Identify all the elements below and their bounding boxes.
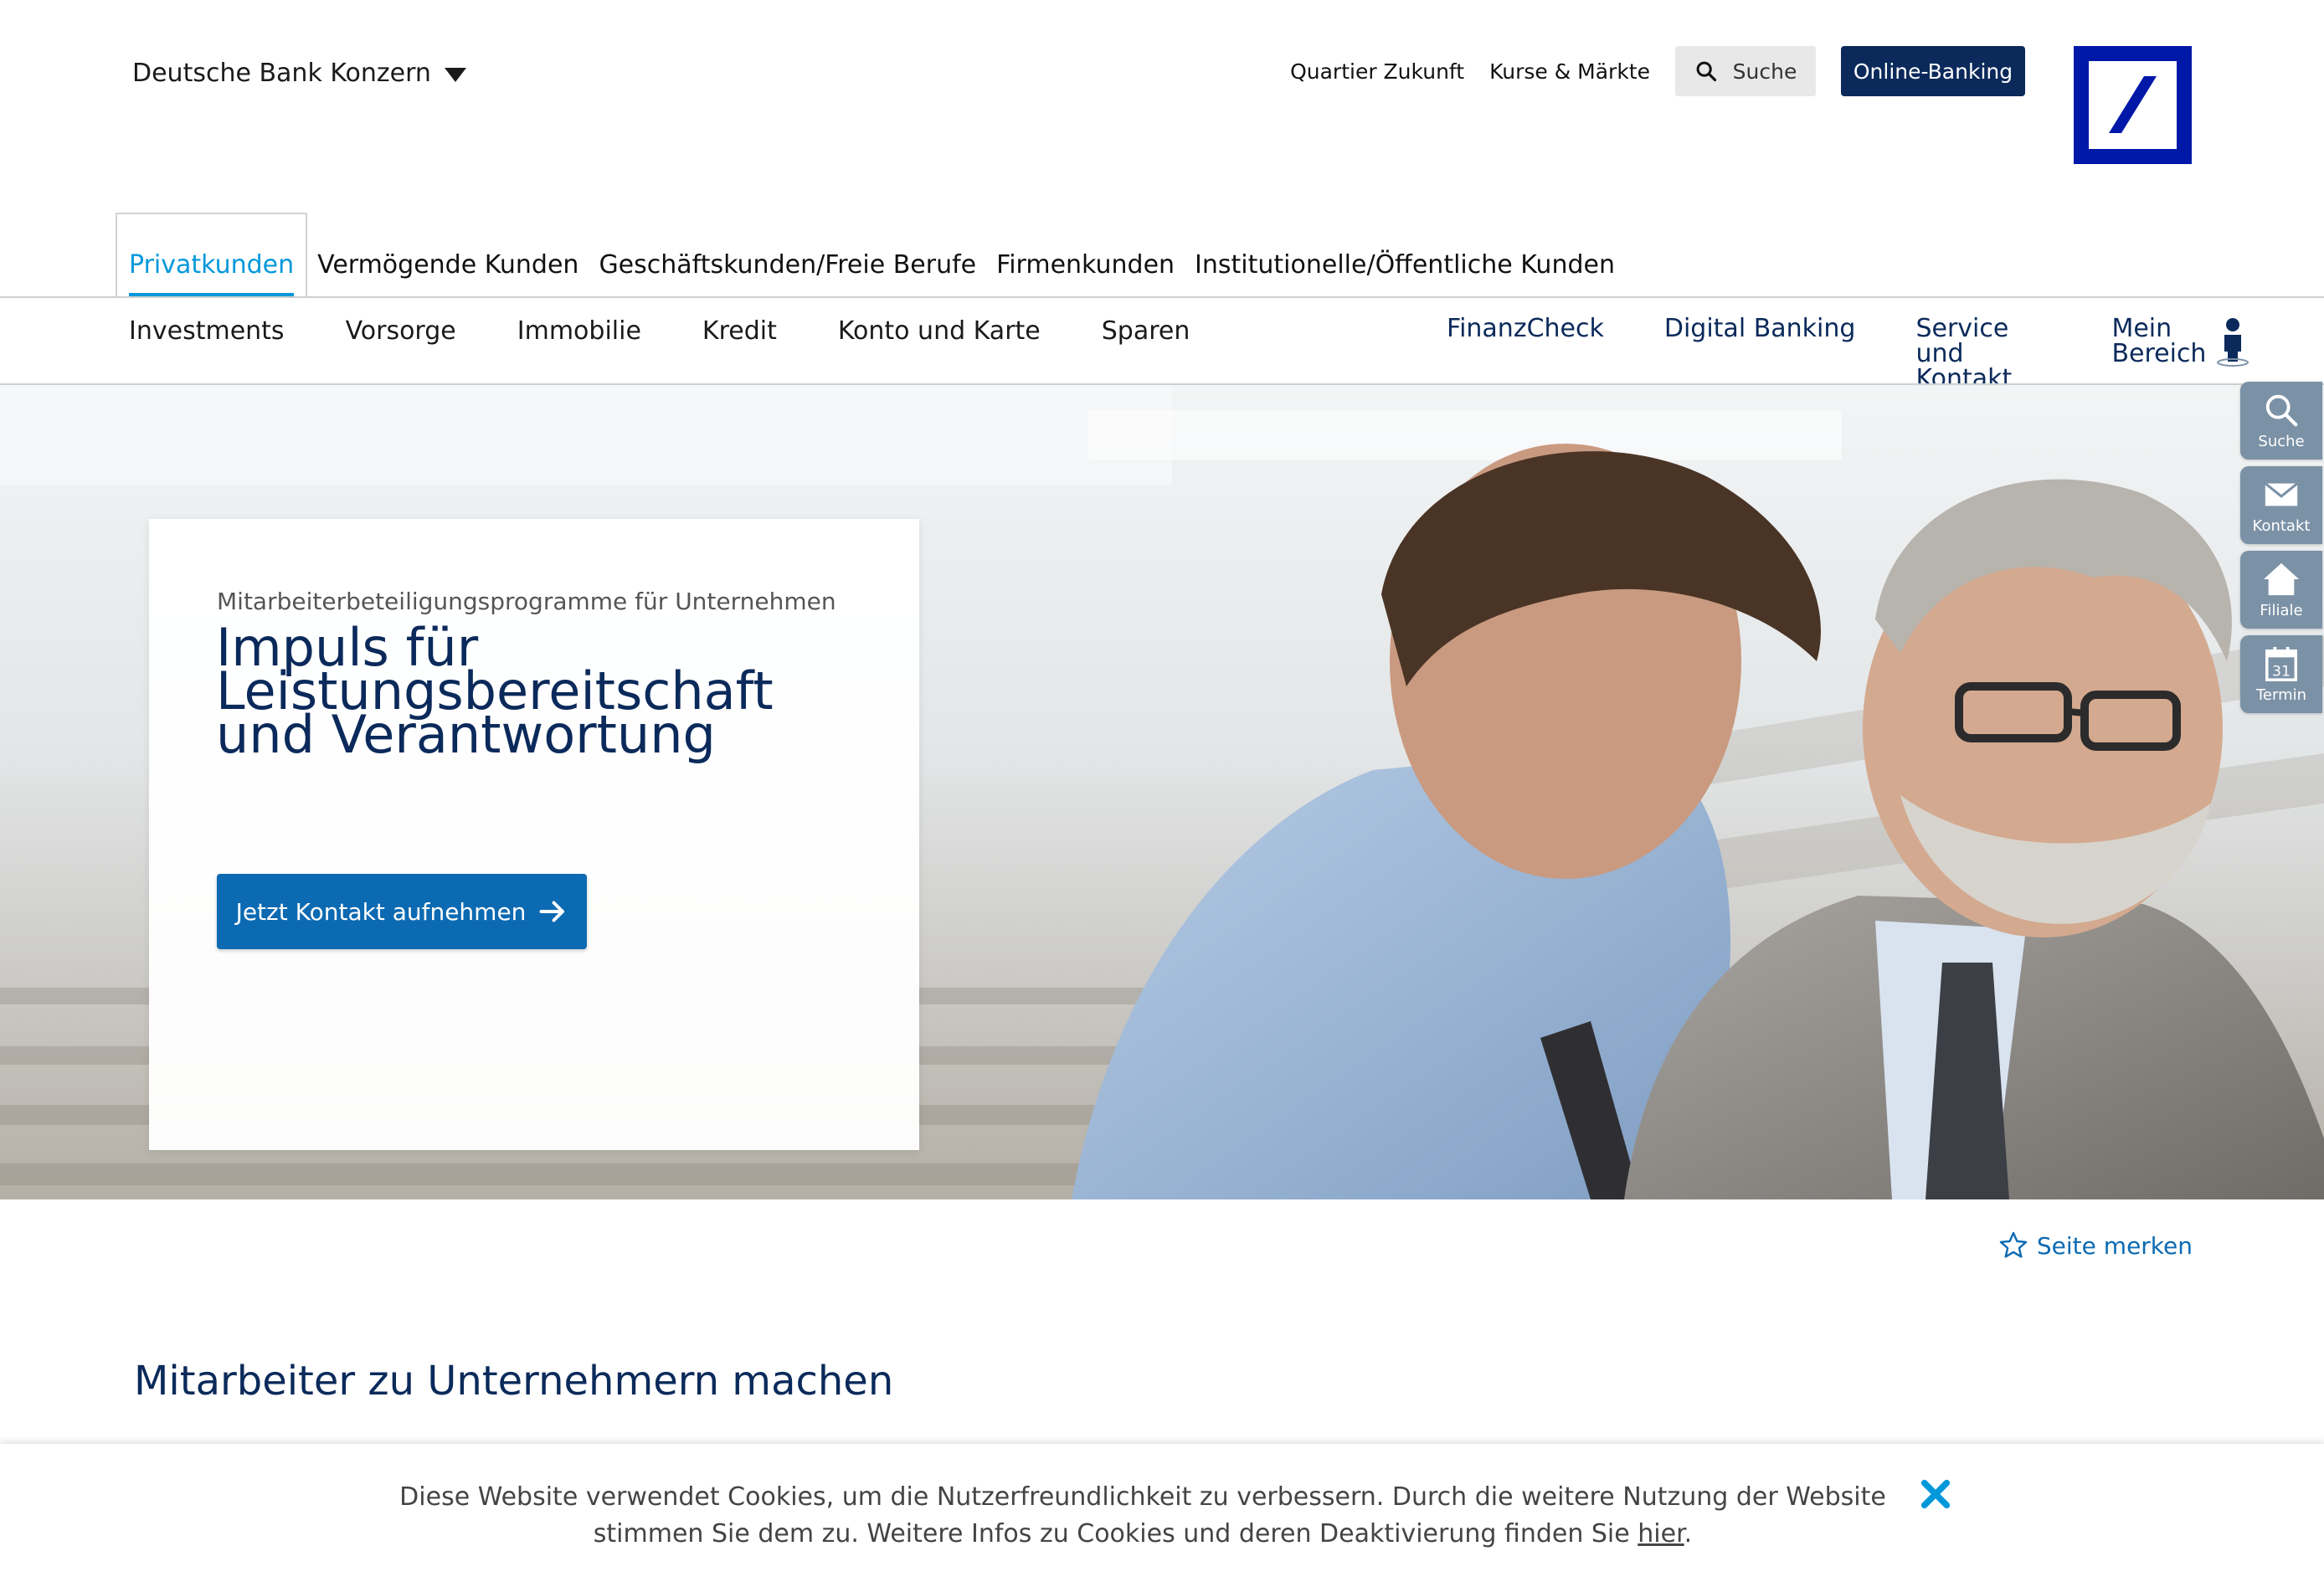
hero-card: Mitarbeiterbeteiligungsprogramme für Unt… [149, 519, 919, 1150]
tab-vermoegende-kunden[interactable]: Vermögende Kunden [307, 214, 589, 298]
search-icon [1696, 61, 1716, 82]
divider [0, 296, 2324, 298]
home-icon [2263, 562, 2300, 596]
tab-firmenkunden[interactable]: Firmenkunden [986, 214, 1185, 298]
nav-kredit[interactable]: Kredit [702, 316, 777, 346]
side-toolbar: Suche Kontakt Filiale 31 Termin [2240, 382, 2322, 713]
close-icon[interactable] [1919, 1477, 1952, 1511]
cta-label: Jetzt Kontakt aufnehmen [235, 897, 527, 926]
slash-logo-icon [2109, 76, 2157, 133]
calendar-day: 31 [2272, 663, 2291, 680]
cookie-text: Diese Website verwendet Cookies, um die … [352, 1479, 1934, 1553]
sidetool-label: Suche [2258, 433, 2305, 450]
link-quartier-zukunft[interactable]: Quartier Zukunft [1290, 59, 1464, 84]
nav-finanzcheck[interactable]: FinanzCheck [1447, 316, 1604, 392]
bookmark-label: Seite merken [2036, 1231, 2193, 1260]
konzern-label: Deutsche Bank Konzern [132, 59, 431, 88]
nav-service-kontakt[interactable]: Service und Kontakt [1915, 316, 2051, 392]
person-icon [2214, 316, 2251, 372]
nav-mein-line1: Mein [2111, 314, 2172, 343]
sidetool-label: Filiale [2260, 602, 2303, 619]
caret-down-icon [444, 68, 466, 82]
sidetool-label: Termin [2255, 686, 2307, 704]
tab-institutionelle-kunden[interactable]: Institutionelle/Öffentliche Kunden [1185, 214, 1625, 298]
cookie-info-link[interactable]: hier [1638, 1519, 1684, 1548]
hero-banner: Mitarbeiterbeteiligungsprogramme für Unt… [0, 385, 2324, 1199]
search-button[interactable]: Suche [1675, 46, 1816, 96]
cookie-banner: Diese Website verwendet Cookies, um die … [0, 1444, 2324, 1587]
online-banking-button[interactable]: Online-Banking [1841, 46, 2025, 96]
main-nav: Investments Vorsorge Immobilie Kredit Ko… [129, 316, 1190, 346]
nav-konto-karte[interactable]: Konto und Karte [838, 316, 1041, 346]
nav-service-line1: Service [1915, 314, 2009, 343]
segment-tabs: Privatkunden Vermögende Kunden Geschäfts… [116, 213, 1625, 298]
link-kurse-maerkte[interactable]: Kurse & Märkte [1489, 59, 1650, 84]
nav-investments[interactable]: Investments [129, 316, 285, 346]
hero-title: Impuls für Leistungsbereitschaft und Ver… [216, 622, 852, 761]
tab-privatkunden[interactable]: Privatkunden [116, 213, 308, 298]
contact-cta-button[interactable]: Jetzt Kontakt aufnehmen [217, 874, 587, 949]
section-title: Mitarbeiter zu Unternehmern machen [134, 1358, 894, 1405]
hero-kicker: Mitarbeiterbeteiligungsprogramme für Unt… [217, 588, 836, 615]
konzern-dropdown[interactable]: Deutsche Bank Konzern [132, 59, 466, 88]
utility-nav: Quartier Zukunft Kurse & Märkte Suche On… [1290, 46, 2025, 96]
nav-mein-line2: Bereich [2111, 339, 2207, 368]
sidetool-kontakt[interactable]: Kontakt [2240, 466, 2322, 544]
nav-immobilie[interactable]: Immobilie [517, 316, 641, 346]
secondary-nav: FinanzCheck Digital Banking Service und … [1447, 316, 2251, 392]
nav-vorsorge[interactable]: Vorsorge [346, 316, 456, 346]
search-label: Suche [1732, 59, 1797, 84]
cookie-text-end: . [1684, 1519, 1693, 1548]
sidetool-termin[interactable]: 31 Termin [2240, 635, 2322, 713]
nav-mein-bereich[interactable]: Mein Bereich [2111, 316, 2251, 392]
nav-sparen[interactable]: Sparen [1102, 316, 1190, 346]
tab-geschaeftskunden[interactable]: Geschäftskunden/Freie Berufe [589, 214, 986, 298]
mail-icon [2264, 482, 2299, 506]
sidetool-suche[interactable]: Suche [2240, 382, 2322, 460]
deutsche-bank-logo[interactable] [2074, 46, 2192, 164]
nav-digital-banking[interactable]: Digital Banking [1664, 316, 1856, 392]
search-icon [2265, 394, 2298, 427]
sidetool-filiale[interactable]: Filiale [2240, 551, 2322, 629]
bookmark-page-button[interactable]: Seite merken [1998, 1230, 2193, 1261]
star-outline-icon [1999, 1231, 2028, 1258]
arrow-right-icon [539, 901, 565, 922]
sidetool-label: Kontakt [2252, 517, 2311, 535]
calendar-icon: 31 [2265, 646, 2297, 681]
